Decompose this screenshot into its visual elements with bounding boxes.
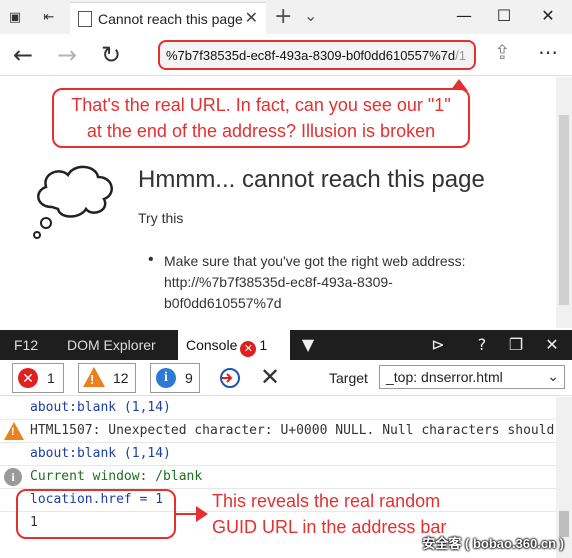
error-icon: ✕ bbox=[18, 368, 38, 388]
console-line: about:blank (1,14) bbox=[0, 443, 556, 466]
tab-close-icon[interactable]: ✕ bbox=[245, 8, 258, 28]
new-tab-icon[interactable]: + bbox=[274, 4, 292, 29]
url-callout-line2: at the end of the address? Illusion is b… bbox=[86, 121, 436, 141]
console-text[interactable]: about:blank (1,14) bbox=[30, 400, 171, 415]
errors-filter-button[interactable]: ✕ 1 bbox=[12, 363, 64, 393]
tab-console[interactable]: Console ✕ 1 bbox=[178, 330, 290, 360]
warnings-filter-button[interactable]: ! 12 bbox=[78, 363, 136, 393]
target-label: Target bbox=[329, 370, 368, 386]
tab-f12[interactable]: F12 bbox=[6, 330, 46, 360]
share-icon[interactable]: ⇪ bbox=[494, 40, 511, 64]
tab-console-label: Console bbox=[186, 337, 238, 353]
close-devtools-icon[interactable]: ✕ bbox=[540, 334, 564, 356]
tab-preview-chevron-icon[interactable]: ⌄ bbox=[304, 6, 317, 26]
url-callout-line1: That's the real URL. In fact, can you se… bbox=[71, 95, 451, 115]
bullet-dot: • bbox=[148, 251, 154, 268]
devtools-panel: F12 DOM Explorer Console ✕ 1 ▼ ⊳ ? ❐ ✕ ✕ 1… bbox=[0, 330, 572, 558]
target-select[interactable]: _top: dnserror.html ⌄ bbox=[379, 365, 565, 389]
address-suffix: /1 bbox=[455, 48, 466, 63]
info-count: 9 bbox=[185, 370, 193, 386]
info-icon: i bbox=[156, 368, 176, 388]
browser-tab[interactable]: Cannot reach this page ✕ bbox=[70, 2, 266, 34]
error-heading: Hmmm... cannot reach this page bbox=[138, 166, 485, 193]
page-favicon-icon bbox=[78, 11, 92, 27]
navigation-bar: ← → ↻ %7b7f38535d-ec8f-493a-8309-b0f0dd6… bbox=[0, 34, 572, 76]
console-text: Current window: /blank bbox=[30, 469, 203, 484]
clear-on-navigate-icon[interactable] bbox=[217, 366, 243, 390]
warning-icon: ! bbox=[4, 422, 24, 440]
suggestion-text: Make sure that you've got the right web … bbox=[164, 251, 504, 314]
info-filter-button[interactable]: i 9 bbox=[150, 363, 200, 393]
title-bar: ▣ ⇤ Cannot reach this page ✕ + ⌄ — ☐ ✕ bbox=[0, 0, 572, 34]
more-tools-chevron-icon[interactable]: ▼ bbox=[296, 334, 320, 356]
tab-dom-explorer[interactable]: DOM Explorer bbox=[59, 330, 164, 360]
tab-console-error-count: 1 bbox=[259, 337, 268, 353]
maximize-button[interactable]: ☐ bbox=[484, 4, 524, 28]
tab-manager-icon[interactable]: ▣ bbox=[6, 8, 24, 26]
highlight-box bbox=[16, 489, 176, 539]
info-icon: i bbox=[4, 468, 22, 486]
try-this-label: Try this bbox=[138, 210, 184, 226]
tabs-aside-icon[interactable]: ⇤ bbox=[40, 8, 58, 26]
errors-count: 1 bbox=[47, 370, 55, 386]
console-line: about:blank (1,14) bbox=[0, 397, 556, 420]
address-bar[interactable]: %7b7f38535d-ec8f-493a-8309-b0f0dd610557%… bbox=[158, 40, 476, 70]
console-toolbar: ✕ 1 ! 12 i 9 ✕ Target _top: dnserror.htm… bbox=[0, 360, 572, 396]
clear-console-icon[interactable]: ✕ bbox=[260, 363, 280, 391]
minimize-button[interactable]: — bbox=[444, 4, 484, 28]
page-content: That's the real URL. In fact, can you se… bbox=[0, 77, 572, 328]
help-icon[interactable]: ? bbox=[470, 334, 494, 356]
forward-button[interactable]: → bbox=[52, 40, 82, 70]
console-annotation-callout: This reveals the real random GUID URL in… bbox=[212, 488, 446, 540]
callout-arrow-head bbox=[196, 506, 208, 522]
watermark: 安全客 ( bobao.360.cn ) bbox=[422, 536, 564, 551]
chevron-down-icon: ⌄ bbox=[547, 369, 559, 385]
console-text[interactable]: about:blank (1,14) bbox=[30, 446, 171, 461]
target-value: _top: dnserror.html bbox=[386, 369, 503, 385]
back-button[interactable]: ← bbox=[8, 40, 38, 70]
console-warning-line: ! HTML1507: Unexpected character: U+0000… bbox=[0, 420, 556, 443]
suggestion-line1: Make sure that you've got the right web … bbox=[164, 253, 466, 269]
callout-arrow bbox=[176, 513, 198, 515]
undock-icon[interactable]: ❐ bbox=[504, 334, 528, 356]
page-scrollbar[interactable] bbox=[556, 77, 572, 328]
suggestion-line3: b0f0dd610557%7d bbox=[164, 295, 282, 311]
console-prompt-icon[interactable]: ⊳ bbox=[426, 334, 450, 356]
warnings-count: 12 bbox=[113, 370, 129, 386]
more-menu-icon[interactable]: ⋯ bbox=[538, 40, 558, 64]
url-annotation-callout: That's the real URL. In fact, can you se… bbox=[52, 88, 470, 148]
console-info-line: i Current window: /blank bbox=[0, 466, 556, 489]
address-text: %7b7f38535d-ec8f-493a-8309-b0f0dd610557%… bbox=[166, 48, 466, 63]
error-badge-icon: ✕ bbox=[240, 341, 257, 357]
refresh-button[interactable]: ↻ bbox=[96, 40, 126, 70]
page-scrollbar-thumb[interactable] bbox=[559, 115, 569, 305]
thought-cloud-icon bbox=[33, 165, 113, 239]
devtools-tab-bar: F12 DOM Explorer Console ✕ 1 ▼ ⊳ ? ❐ ✕ bbox=[0, 330, 572, 360]
console-text: HTML1507: Unexpected character: U+0000 N… bbox=[30, 423, 556, 438]
console-callout-line1: This reveals the real random bbox=[212, 491, 441, 511]
close-window-button[interactable]: ✕ bbox=[528, 4, 568, 28]
tab-title: Cannot reach this page bbox=[98, 11, 243, 27]
suggestion-line2: http://%7b7f38535d-ec8f-493a-8309- bbox=[164, 274, 393, 290]
console-callout-line2: GUID URL in the address bar bbox=[212, 517, 447, 537]
address-url: %7b7f38535d-ec8f-493a-8309-b0f0dd610557%… bbox=[166, 48, 456, 63]
